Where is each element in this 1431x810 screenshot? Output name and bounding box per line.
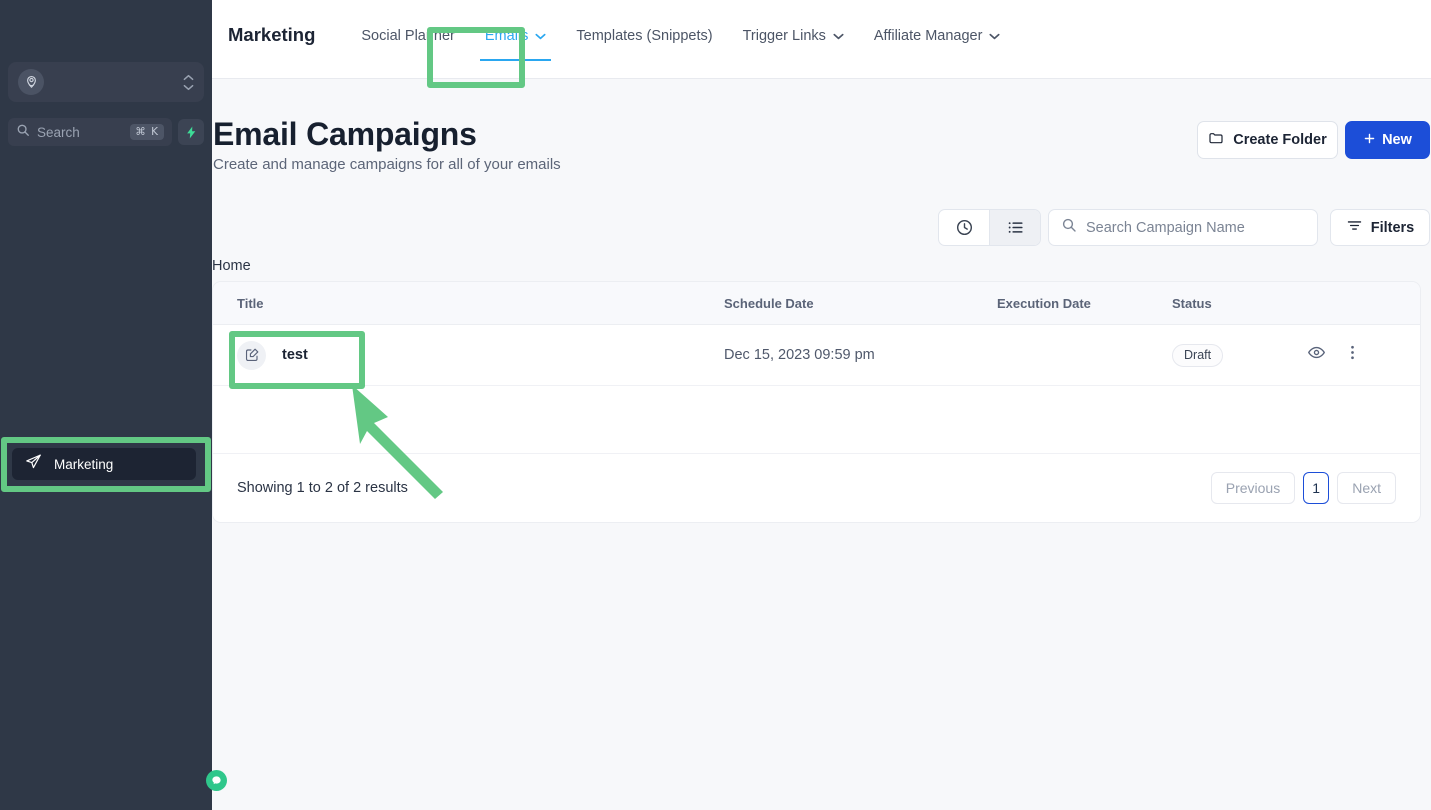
- create-folder-label: Create Folder: [1233, 132, 1327, 148]
- tab-emails[interactable]: Emails: [470, 28, 562, 61]
- table-footer: Showing 1 to 2 of 2 results Previous 1 N…: [213, 454, 1420, 522]
- page-subtitle: Create and manage campaigns for all of y…: [213, 156, 561, 173]
- clock-history-icon[interactable]: [939, 210, 989, 245]
- tab-label: Emails: [484, 28, 529, 44]
- column-header-execution-date: Execution Date: [997, 295, 1091, 311]
- app-title: Marketing: [228, 24, 316, 45]
- campaign-title[interactable]: test: [282, 347, 308, 363]
- table-header-row: Title Schedule Date Execution Date Statu…: [213, 282, 1420, 325]
- search-campaign-input[interactable]: Search Campaign Name: [1048, 209, 1318, 246]
- view-mode-toggle: [938, 209, 1041, 246]
- sidebar: Search ⌘ K Marketing: [0, 0, 227, 810]
- edit-document-icon: [237, 340, 266, 370]
- chevron-down-icon: [833, 28, 844, 44]
- sidebar-item-label: Marketing: [54, 456, 114, 472]
- page-title: Email Campaigns: [213, 116, 477, 152]
- folder-icon: [1208, 130, 1224, 150]
- page-header: Email Campaigns Create and manage campai…: [212, 79, 1431, 193]
- up-down-chevrons-icon: [183, 74, 194, 91]
- lightning-bolt-icon[interactable]: [178, 119, 204, 145]
- new-button[interactable]: New: [1345, 121, 1430, 159]
- status-badge: Draft: [1172, 343, 1224, 367]
- plus-icon: [1363, 132, 1376, 149]
- filters-label: Filters: [1370, 219, 1415, 236]
- sidebar-item-marketing[interactable]: Marketing: [12, 448, 196, 480]
- chat-bubble-icon[interactable]: [206, 770, 227, 791]
- table-cell-schedule-date: Dec 15, 2023 09:59 pm: [724, 346, 997, 364]
- table-empty-area: [213, 386, 1420, 454]
- paper-plane-icon: [25, 453, 42, 475]
- toolbar: Search Campaign Name Filters: [212, 193, 1431, 255]
- search-icon: [1061, 217, 1077, 238]
- new-label: New: [1382, 132, 1412, 148]
- chevron-down-icon: [535, 28, 546, 44]
- pagination-page-1[interactable]: 1: [1303, 472, 1330, 504]
- search-shortcut: ⌘ K: [130, 124, 164, 140]
- location-pin-person-icon: [18, 69, 44, 95]
- location-switcher[interactable]: [8, 62, 204, 102]
- campaigns-table-card: Title Schedule Date Execution Date Statu…: [212, 281, 1421, 523]
- eye-icon[interactable]: [1307, 343, 1326, 367]
- search-campaign-placeholder: Search Campaign Name: [1086, 219, 1245, 236]
- pagination-previous-button[interactable]: Previous: [1210, 472, 1296, 504]
- app-root: Search ⌘ K Marketing Marketing Social Pl…: [0, 0, 1431, 810]
- create-folder-button[interactable]: Create Folder: [1197, 121, 1338, 159]
- more-vertical-icon[interactable]: [1343, 343, 1362, 367]
- breadcrumb[interactable]: Home: [212, 258, 251, 274]
- tab-label: Templates (Snippets): [576, 28, 713, 44]
- breadcrumb-item-home[interactable]: Home: [212, 258, 251, 274]
- table-row[interactable]: test Dec 15, 2023 09:59 pm Draft: [213, 325, 1420, 386]
- filter-icon: [1346, 217, 1363, 238]
- column-header-status: Status: [1172, 295, 1212, 311]
- search-input[interactable]: Search ⌘ K: [8, 118, 172, 146]
- column-header-title: Title: [237, 295, 264, 311]
- table-cell-actions: [1307, 343, 1420, 367]
- sidebar-search-row: Search ⌘ K: [8, 118, 204, 146]
- tab-label: Affiliate Manager: [873, 28, 983, 44]
- tab-label: Trigger Links: [742, 28, 826, 44]
- filters-button[interactable]: Filters: [1330, 209, 1430, 246]
- tab-templates-snippets[interactable]: Templates (Snippets): [561, 28, 727, 61]
- chevron-down-icon: [989, 28, 1000, 44]
- nav-tabs: Social Planner Emails Templates (Snippet…: [346, 0, 1015, 61]
- schedule-date-value: Dec 15, 2023 09:59 pm: [724, 347, 875, 363]
- pagination: Previous 1 Next: [1210, 472, 1396, 504]
- tab-affiliate-manager[interactable]: Affiliate Manager: [859, 28, 1016, 61]
- pagination-next-button[interactable]: Next: [1337, 472, 1396, 504]
- search-placeholder: Search: [37, 124, 80, 140]
- results-count: Showing 1 to 2 of 2 results: [237, 480, 408, 496]
- tab-trigger-links[interactable]: Trigger Links: [728, 28, 859, 61]
- tab-label: Social Planner: [361, 28, 455, 44]
- tab-social-planner[interactable]: Social Planner: [346, 28, 470, 61]
- column-header-schedule-date: Schedule Date: [724, 295, 814, 311]
- search-icon: [16, 123, 30, 142]
- top-navigation-bar: Marketing Social Planner Emails Template…: [212, 0, 1431, 79]
- list-view-icon[interactable]: [990, 210, 1040, 245]
- table-cell-status: Draft: [1172, 343, 1307, 367]
- table-cell-title[interactable]: test: [213, 340, 724, 370]
